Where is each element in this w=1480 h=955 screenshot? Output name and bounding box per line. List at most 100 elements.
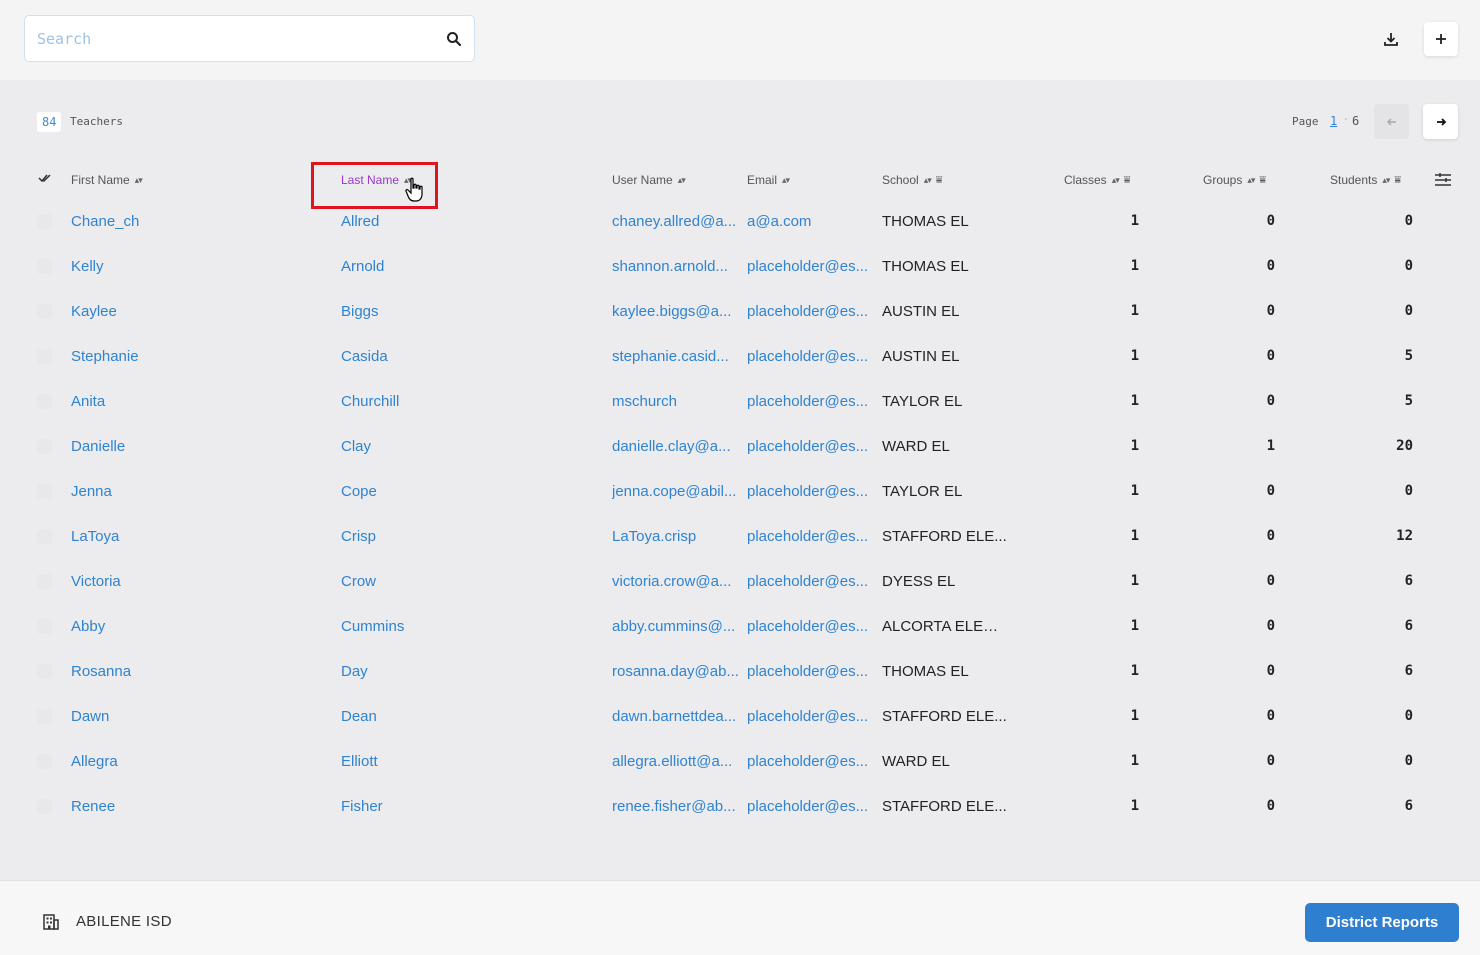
user-name-link[interactable]: shannon.arnold... [612, 258, 740, 275]
user-name-link[interactable]: danielle.clay@a... [612, 438, 740, 455]
last-name-link[interactable]: Casida [341, 348, 541, 365]
column-header-groups[interactable]: Groups ▴▾ ⩸ [1203, 173, 1266, 187]
first-name-link[interactable]: Danielle [71, 438, 271, 455]
current-page-link[interactable]: 1 [1330, 114, 1337, 128]
user-name-link[interactable]: jenna.cope@abil... [612, 483, 740, 500]
user-name-link[interactable]: mschurch [612, 393, 740, 410]
search-box[interactable] [24, 15, 475, 62]
column-header-first-name[interactable]: First Name ▴▾ [71, 173, 143, 187]
row-checkbox[interactable] [37, 574, 52, 589]
email-link[interactable]: placeholder@es... [747, 663, 872, 680]
column-header-school[interactable]: School ▴▾ ⩸ [882, 173, 942, 187]
last-name-link[interactable]: Elliott [341, 753, 541, 770]
table-row: Stephanie Casida stephanie.casid... plac… [0, 335, 1480, 380]
row-checkbox[interactable] [37, 259, 52, 274]
email-link[interactable]: placeholder@es... [747, 348, 872, 365]
first-name-link[interactable]: Abby [71, 618, 271, 635]
first-name-link[interactable]: Rosanna [71, 663, 271, 680]
email-link[interactable]: placeholder@es... [747, 258, 872, 275]
user-name-link[interactable]: rosanna.day@ab... [612, 663, 740, 680]
email-link[interactable]: placeholder@es... [747, 753, 872, 770]
row-checkbox[interactable] [37, 529, 52, 544]
first-name-link[interactable]: Dawn [71, 708, 271, 725]
row-checkbox[interactable] [37, 754, 52, 769]
email-link[interactable]: placeholder@es... [747, 393, 872, 410]
first-name-link[interactable]: Chane_ch [71, 213, 271, 230]
first-name-link[interactable]: Kaylee [71, 303, 271, 320]
first-name-link[interactable]: Allegra [71, 753, 271, 770]
download-button[interactable] [1374, 22, 1408, 56]
row-checkbox[interactable] [37, 304, 52, 319]
user-name-link[interactable]: stephanie.casid... [612, 348, 740, 365]
add-teacher-button[interactable] [1424, 22, 1458, 56]
last-name-link[interactable]: Allred [341, 213, 541, 230]
user-name-link[interactable]: allegra.elliott@a... [612, 753, 740, 770]
first-name-link[interactable]: Stephanie [71, 348, 271, 365]
next-page-button[interactable] [1423, 104, 1458, 139]
first-name-link[interactable]: LaToya [71, 528, 271, 545]
user-name-link[interactable]: LaToya.crisp [612, 528, 740, 545]
last-name-link[interactable]: Arnold [341, 258, 541, 275]
row-checkbox[interactable] [37, 349, 52, 364]
column-settings-icon[interactable] [1434, 172, 1452, 188]
row-checkbox[interactable] [37, 394, 52, 409]
filter-icon[interactable]: ⩸ [1124, 174, 1131, 187]
table-row: Jenna Cope jenna.cope@abil... placeholde… [0, 470, 1480, 515]
email-link[interactable]: placeholder@es... [747, 483, 872, 500]
last-name-link[interactable]: Crow [341, 573, 541, 590]
last-name-link[interactable]: Cope [341, 483, 541, 500]
last-name-link[interactable]: Day [341, 663, 541, 680]
row-checkbox[interactable] [37, 439, 52, 454]
column-header-user-name[interactable]: User Name ▴▾ [612, 173, 686, 187]
first-name-link[interactable]: Jenna [71, 483, 271, 500]
school-name: STAFFORD ELE... [882, 528, 1007, 545]
email-link[interactable]: placeholder@es... [747, 438, 872, 455]
user-name-link[interactable]: renee.fisher@ab... [612, 798, 740, 815]
previous-page-button[interactable] [1374, 104, 1409, 139]
filter-icon[interactable]: ⩸ [936, 174, 943, 187]
column-header-classes[interactable]: Classes ▴▾ ⩸ [1064, 173, 1130, 187]
user-name-link[interactable]: victoria.crow@a... [612, 573, 740, 590]
row-checkbox[interactable] [37, 484, 52, 499]
groups-count: 0 [1266, 708, 1275, 724]
email-link[interactable]: placeholder@es... [747, 528, 872, 545]
row-checkbox[interactable] [37, 709, 52, 724]
email-link[interactable]: a@a.com [747, 213, 872, 230]
filter-icon[interactable]: ⩸ [1394, 174, 1401, 187]
search-icon[interactable] [445, 30, 463, 48]
email-link[interactable]: placeholder@es... [747, 618, 872, 635]
first-name-link[interactable]: Renee [71, 798, 271, 815]
user-name-link[interactable]: dawn.barnettdea... [612, 708, 740, 725]
sort-icon: ▴▾ [1382, 174, 1390, 185]
groups-count: 0 [1266, 258, 1275, 274]
table-row: Rosanna Day rosanna.day@ab... placeholde… [0, 650, 1480, 695]
row-checkbox[interactable] [37, 664, 52, 679]
last-name-link[interactable]: Churchill [341, 393, 541, 410]
last-name-link[interactable]: Fisher [341, 798, 541, 815]
user-name-link[interactable]: chaney.allred@a... [612, 213, 740, 230]
last-name-link[interactable]: Dean [341, 708, 541, 725]
sort-icon: ▴▾ [134, 174, 143, 185]
column-header-email[interactable]: Email ▴▾ [747, 173, 790, 187]
row-checkbox[interactable] [37, 214, 52, 229]
user-name-link[interactable]: kaylee.biggs@a... [612, 303, 740, 320]
district-reports-button[interactable]: District Reports [1305, 903, 1459, 942]
column-header-students[interactable]: Students ▴▾ ⩸ [1330, 173, 1401, 187]
search-input[interactable] [37, 26, 437, 52]
last-name-link[interactable]: Clay [341, 438, 541, 455]
email-link[interactable]: placeholder@es... [747, 303, 872, 320]
first-name-link[interactable]: Victoria [71, 573, 271, 590]
email-link[interactable]: placeholder@es... [747, 798, 872, 815]
last-name-link[interactable]: Biggs [341, 303, 541, 320]
row-checkbox[interactable] [37, 619, 52, 634]
last-name-link[interactable]: Cummins [341, 618, 541, 635]
email-link[interactable]: placeholder@es... [747, 573, 872, 590]
last-name-link[interactable]: Crisp [341, 528, 541, 545]
first-name-link[interactable]: Kelly [71, 258, 271, 275]
email-link[interactable]: placeholder@es... [747, 708, 872, 725]
classes-count: 1 [1130, 483, 1139, 499]
first-name-link[interactable]: Anita [71, 393, 271, 410]
filter-icon[interactable]: ⩸ [1259, 174, 1266, 187]
user-name-link[interactable]: abby.cummins@... [612, 618, 740, 635]
row-checkbox[interactable] [37, 799, 52, 814]
